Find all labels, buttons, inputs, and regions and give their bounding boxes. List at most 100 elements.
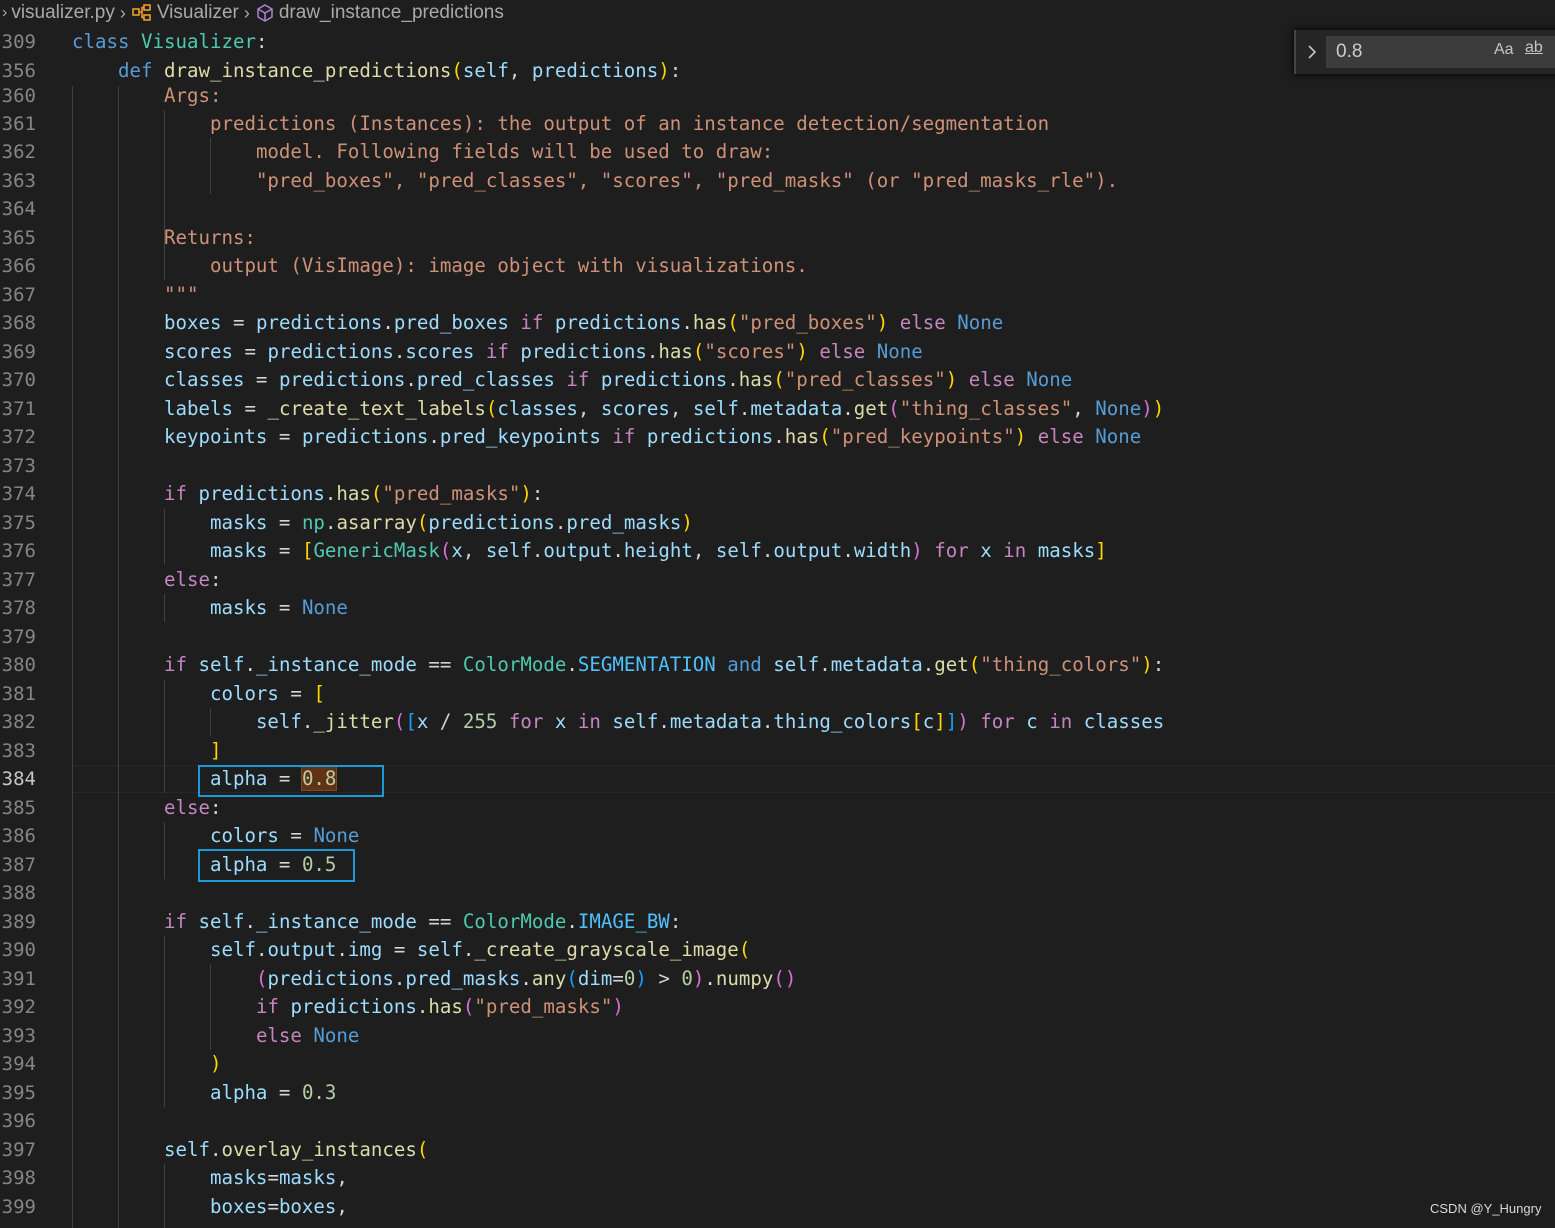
code-token: scores: [163, 340, 233, 363]
code-token: .: [324, 511, 337, 534]
code-text: else None: [72, 1022, 359, 1050]
code-token: predictions: [290, 995, 417, 1018]
code-token: ): [635, 967, 647, 990]
code-line[interactable]: 375 masks = np.asarray(predictions.pred_…: [0, 509, 1555, 537]
code-line[interactable]: 363 "pred_boxes", "pred_classes", "score…: [0, 167, 1555, 195]
code-token: [: [313, 682, 325, 705]
code-line[interactable]: 394 ): [0, 1050, 1555, 1078]
code-token: =: [232, 397, 268, 420]
code-line[interactable]: 382 self._jitter([x / 255 for x in self.…: [0, 708, 1555, 736]
code-line[interactable]: 372 keypoints = predictions.pred_keypoin…: [0, 423, 1555, 451]
code-line[interactable]: 397 self.overlay_instances(: [0, 1136, 1555, 1164]
code-token: .: [727, 368, 739, 391]
code-token: get: [934, 653, 969, 676]
code-token: boxes: [209, 1195, 268, 1218]
line-number: 362: [1, 141, 36, 163]
find-input[interactable]: [1326, 36, 1555, 68]
line-number: 370: [1, 369, 36, 391]
code-token: None: [957, 311, 1004, 334]
code-line[interactable]: 393 else None: [0, 1022, 1555, 1050]
breadcrumb-file[interactable]: › visualizer.py: [2, 2, 115, 24]
code-token: (: [393, 710, 406, 733]
code-token: _instance_mode: [255, 653, 417, 676]
code-line[interactable]: 371 labels = _create_text_labels(classes…: [0, 395, 1555, 423]
code-token: thing_colors: [773, 710, 912, 733]
line-number: 397: [1, 1139, 36, 1161]
line-number: 387: [1, 854, 36, 876]
code-line[interactable]: 364: [0, 195, 1555, 223]
code-line[interactable]: 386 colors = None: [0, 822, 1555, 850]
code-token: np: [301, 511, 325, 534]
code-line[interactable]: 365 Returns:: [0, 224, 1555, 252]
class-symbol-icon: [131, 3, 153, 23]
code-line[interactable]: 381 colors = [: [0, 680, 1555, 708]
code-token: if: [612, 425, 636, 448]
code-line[interactable]: 360 Args:: [0, 82, 1555, 110]
code-editor[interactable]: 309 class Visualizer: 356 def draw_instan…: [0, 0, 1555, 1228]
code-token: .: [554, 511, 567, 534]
match-whole-word-toggle[interactable]: ab: [1525, 39, 1543, 57]
code-line[interactable]: 389 if self._instance_mode == ColorMode.…: [0, 908, 1555, 936]
code-line[interactable]: 383 ]: [0, 737, 1555, 765]
code-line[interactable]: 378 masks = None: [0, 594, 1555, 622]
line-number: 309: [1, 31, 36, 53]
code-line[interactable]: 390 self.output.img = self._create_grays…: [0, 936, 1555, 964]
code-line[interactable]: 361 predictions (Instances): the output …: [0, 110, 1555, 138]
code-token: :: [669, 59, 682, 82]
code-token: predictions: [428, 511, 555, 534]
code-text: output (VisImage): image object with vis…: [72, 252, 808, 280]
chevron-right-icon: ›: [243, 2, 250, 23]
code-line[interactable]: 391 (predictions.pred_masks.any(dim=0) >…: [0, 965, 1555, 993]
code-token: self: [209, 938, 256, 961]
code-line[interactable]: 370 classes = predictions.pred_classes i…: [0, 366, 1555, 394]
code-line[interactable]: 362 model. Following fields will be used…: [0, 138, 1555, 166]
toggle-replace-chevron-icon[interactable]: [1304, 42, 1320, 62]
code-line[interactable]: 368 boxes = predictions.pred_boxes if pr…: [0, 309, 1555, 337]
code-line[interactable]: 392 if predictions.has("pred_masks"): [0, 993, 1555, 1021]
code-line[interactable]: 380 if self._instance_mode == ColorMode.…: [0, 651, 1555, 679]
code-line[interactable]: 396: [0, 1107, 1555, 1135]
code-token: .: [324, 482, 337, 505]
line-number: 379: [1, 626, 36, 648]
code-token: self: [773, 653, 820, 676]
line-number: 393: [1, 1025, 36, 1047]
code-line[interactable]: 373: [0, 452, 1555, 480]
match-case-toggle[interactable]: Aa: [1494, 41, 1514, 59]
code-line[interactable]: 395 alpha = 0.3: [0, 1079, 1555, 1107]
code-token: has: [658, 340, 693, 363]
code-token: width: [853, 539, 912, 562]
code-line[interactable]: 385 else:: [0, 794, 1555, 822]
breadcrumb-file-label: visualizer.py: [11, 2, 115, 23]
code-token: for: [508, 710, 544, 733]
code-line[interactable]: 377 else:: [0, 566, 1555, 594]
code-token: =: [267, 596, 302, 619]
code-token: if: [566, 368, 590, 391]
code-line[interactable]: 379: [0, 623, 1555, 651]
code-token: "thing_classes": [899, 397, 1073, 420]
code-line[interactable]: 374 if predictions.has("pred_masks"):: [0, 480, 1555, 508]
code-text: colors = None: [72, 822, 359, 850]
breadcrumb-class[interactable]: Visualizer: [131, 2, 239, 24]
code-token: alpha: [209, 1081, 268, 1104]
code-line[interactable]: 398 masks=masks,: [0, 1164, 1555, 1192]
code-line[interactable]: 399 boxes=boxes,: [0, 1193, 1555, 1221]
code-line[interactable]: 367 """: [0, 281, 1555, 309]
code-line[interactable]: 369 scores = predictions.scores if predi…: [0, 338, 1555, 366]
code-line[interactable]: 388: [0, 879, 1555, 907]
code-token: pred_classes: [416, 368, 555, 391]
code-token: .: [428, 425, 440, 448]
code-line[interactable]: 366 output (VisImage): image object with…: [0, 252, 1555, 280]
line-number: 391: [1, 968, 36, 990]
code-token: colors: [209, 682, 279, 705]
code-line[interactable]: 376 masks = [GenericMask(x, self.output.…: [0, 537, 1555, 565]
breadcrumb-method[interactable]: draw_instance_predictions: [255, 2, 504, 24]
